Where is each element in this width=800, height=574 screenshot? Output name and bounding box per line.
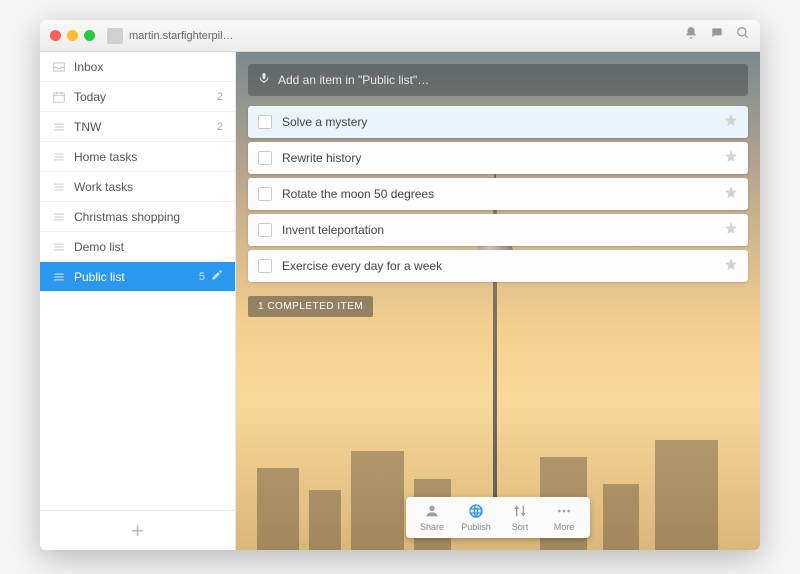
task-row[interactable]: Invent teleportation [248,214,748,246]
task-checkbox[interactable] [258,259,272,273]
sidebar-item-count: 5 [199,271,205,283]
task-row[interactable]: Rotate the moon 50 degrees [248,178,748,210]
search-icon[interactable] [736,26,750,45]
calendar-icon [52,90,66,104]
bottom-toolbar: Share Publish Sort More [406,497,590,538]
more-button[interactable]: More [542,503,586,532]
completed-items-button[interactable]: 1 COMPLETED ITEM [248,296,373,317]
task-checkbox[interactable] [258,151,272,165]
task-row[interactable]: Solve a mystery [248,106,748,138]
sort-button[interactable]: Sort [498,503,542,532]
window-controls [50,30,95,41]
star-icon[interactable] [724,221,738,240]
star-icon[interactable] [724,185,738,204]
sidebar-item-label: Home tasks [74,150,217,164]
sidebar-item-label: Work tasks [74,180,217,194]
task-row[interactable]: Rewrite history [248,142,748,174]
sidebar-item-today[interactable]: Today 2 [40,82,235,112]
star-icon[interactable] [724,149,738,168]
sidebar-item-label: Demo list [74,240,217,254]
star-icon[interactable] [724,257,738,276]
list-icon [52,150,66,164]
zoom-window-button[interactable] [84,30,95,41]
app-window: martin.starfighterpil… Inbox Today 2 TNW 2 Ho… [40,20,760,550]
sidebar-item-demo-list[interactable]: Demo list [40,232,235,262]
username-label[interactable]: martin.starfighterpil… [129,30,234,42]
sidebar-item-public-list[interactable]: Public list 5 [40,262,235,292]
sidebar-item-label: Public list [74,270,193,284]
list-icon [52,270,66,284]
share-label: Share [420,522,444,532]
user-avatar[interactable] [107,28,123,44]
sidebar-item-inbox[interactable]: Inbox [40,52,235,82]
task-checkbox[interactable] [258,223,272,237]
publish-button[interactable]: Publish [454,503,498,532]
share-button[interactable]: Share [410,503,454,532]
sidebar-item-christmas-shopping[interactable]: Christmas shopping [40,202,235,232]
task-checkbox[interactable] [258,115,272,129]
sidebar-item-count: 2 [217,121,223,133]
notifications-icon[interactable] [684,26,698,45]
sidebar-item-label: TNW [74,120,211,134]
task-title: Rewrite history [282,151,724,165]
sidebar-item-home-tasks[interactable]: Home tasks [40,142,235,172]
sort-label: Sort [512,522,529,532]
add-list-button[interactable]: + [40,510,235,550]
microphone-icon[interactable] [258,71,278,89]
inbox-icon [52,60,66,74]
close-window-button[interactable] [50,30,61,41]
sidebar-item-label: Christmas shopping [74,210,217,224]
sidebar-item-tnw[interactable]: TNW 2 [40,112,235,142]
add-item-input[interactable] [278,73,738,87]
main-panel: Solve a mystery Rewrite history Rotate the… [236,52,760,550]
sidebar-item-label: Today [74,90,211,104]
list-icon [52,210,66,224]
sidebar: Inbox Today 2 TNW 2 Home tasks Work tasks Chris… [40,52,236,550]
sidebar-list: Inbox Today 2 TNW 2 Home tasks Work tasks Chris… [40,52,235,510]
task-title: Rotate the moon 50 degrees [282,187,724,201]
list-icon [52,120,66,134]
conversations-icon[interactable] [710,26,724,45]
task-title: Exercise every day for a week [282,259,724,273]
add-item-bar[interactable] [248,64,748,96]
sidebar-item-work-tasks[interactable]: Work tasks [40,172,235,202]
task-title: Solve a mystery [282,115,724,129]
titlebar: martin.starfighterpil… [40,20,760,52]
task-row[interactable]: Exercise every day for a week [248,250,748,282]
more-label: More [554,522,575,532]
publish-label: Publish [461,522,491,532]
edit-list-icon[interactable] [211,269,223,284]
sidebar-item-count: 2 [217,91,223,103]
list-icon [52,240,66,254]
task-checkbox[interactable] [258,187,272,201]
sidebar-item-label: Inbox [74,60,217,74]
task-title: Invent teleportation [282,223,724,237]
list-icon [52,180,66,194]
star-icon[interactable] [724,113,738,132]
minimize-window-button[interactable] [67,30,78,41]
